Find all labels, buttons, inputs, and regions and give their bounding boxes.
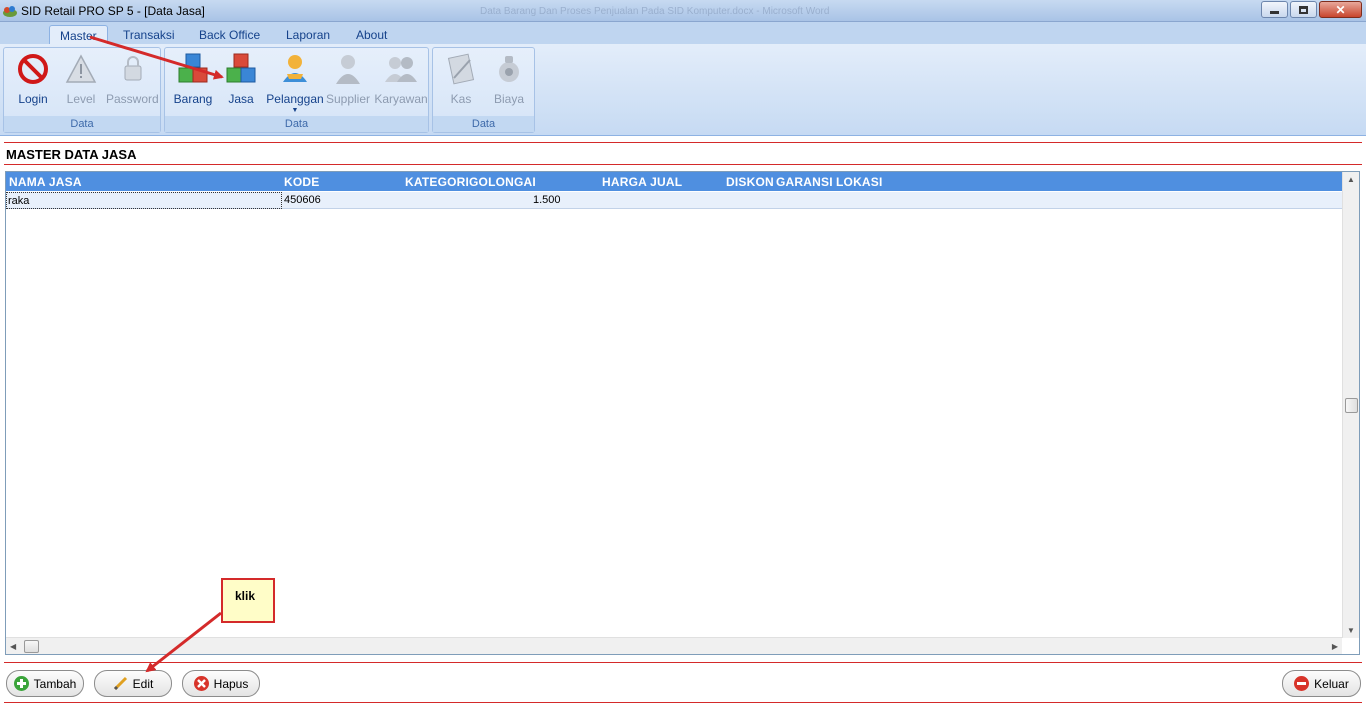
cubes-red-icon <box>224 52 258 86</box>
column-header-kategori[interactable]: KATEGORI <box>405 175 469 189</box>
data-grid[interactable]: NAMA JASA KODE KATEGORI GOLONGAI HARGA J… <box>5 171 1360 655</box>
ribbon-tab-bar: Master Transaksi Back Office Laporan Abo… <box>0 22 1366 44</box>
title-bar: SID Retail PRO SP 5 - [Data Jasa] Data B… <box>0 0 1366 22</box>
group-label: Data <box>433 116 534 132</box>
password-button[interactable]: Password <box>106 52 159 106</box>
horizontal-scrollbar[interactable]: ◀ ▶ <box>6 637 1342 654</box>
scroll-left-icon[interactable]: ◀ <box>10 642 16 651</box>
supplier-button[interactable]: Supplier <box>322 52 374 106</box>
vertical-scroll-thumb[interactable] <box>1345 398 1358 413</box>
keluar-button[interactable]: Keluar <box>1282 670 1361 697</box>
tambah-label: Tambah <box>33 676 77 691</box>
level-label: Level <box>66 92 96 106</box>
tambah-button[interactable]: Tambah <box>6 670 84 697</box>
minimize-button[interactable] <box>1261 1 1288 18</box>
warning-icon <box>64 52 98 86</box>
ribbon-group-data-2: Barang Jasa Pelanggan ▼ Supplier Karyawa… <box>164 47 429 133</box>
kas-button[interactable]: Kas <box>435 52 487 106</box>
add-icon <box>13 676 29 691</box>
barang-label: Barang <box>173 92 213 106</box>
lock-icon <box>115 52 149 86</box>
jasa-label: Jasa <box>228 92 254 106</box>
kas-label: Kas <box>450 92 472 106</box>
tab-back-office[interactable]: Back Office <box>189 25 270 44</box>
karyawan-button[interactable]: Karyawan <box>373 52 429 106</box>
edit-button[interactable]: Edit <box>94 670 172 697</box>
grid-header: NAMA JASA KODE KATEGORI GOLONGAI HARGA J… <box>6 172 1342 191</box>
vertical-scrollbar[interactable]: ▲ ▼ <box>1342 172 1359 638</box>
cell-kode[interactable]: 450606 <box>284 194 321 206</box>
app-icon <box>3 6 17 17</box>
karyawan-label: Karyawan <box>374 92 428 106</box>
chevron-down-icon: ▼ <box>291 107 299 114</box>
close-icon: ✕ <box>1335 2 1346 17</box>
minimize-icon <box>1270 11 1279 14</box>
group-label: Data <box>4 116 160 132</box>
pencil-icon <box>113 676 128 691</box>
hapus-button[interactable]: Hapus <box>182 670 260 697</box>
divider <box>4 702 1362 703</box>
supplier-icon <box>331 52 365 86</box>
scroll-down-icon[interactable]: ▼ <box>1347 626 1355 635</box>
divider <box>4 142 1362 143</box>
cell-harga-jual[interactable]: 1.500 <box>533 194 561 206</box>
cubes-icon <box>176 52 210 86</box>
page-title: MASTER DATA JASA <box>6 147 137 162</box>
ribbon: Login Level Password Data Barang Jasa Pe… <box>0 44 1366 136</box>
column-header-harga-jual[interactable]: HARGA JUAL <box>602 175 682 189</box>
tab-laporan[interactable]: Laporan <box>276 25 340 44</box>
tab-master[interactable]: Master <box>49 25 108 44</box>
scroll-up-icon[interactable]: ▲ <box>1347 175 1355 184</box>
group-label: Data <box>165 116 428 132</box>
tab-transaksi[interactable]: Transaksi <box>113 25 185 44</box>
column-header-golongai[interactable]: GOLONGAI <box>469 175 536 189</box>
pelanggan-button[interactable]: Pelanggan ▼ <box>265 52 325 114</box>
pelanggan-label: Pelanggan <box>266 92 324 106</box>
cell-nama-jasa[interactable]: raka <box>6 192 282 209</box>
ribbon-group-data-1: Login Level Password Data <box>3 47 161 133</box>
column-header-kode[interactable]: KODE <box>284 175 319 189</box>
window-title: SID Retail PRO SP 5 - [Data Jasa] <box>21 4 205 18</box>
login-button[interactable]: Login <box>7 52 59 106</box>
annotation-callout: klik <box>221 578 275 623</box>
password-label: Password <box>106 92 159 106</box>
barang-button[interactable]: Barang <box>167 52 219 106</box>
column-header-diskon[interactable]: DISKON <box>726 175 774 189</box>
level-button[interactable]: Level <box>55 52 107 106</box>
restore-button[interactable] <box>1290 1 1317 18</box>
employees-icon <box>384 52 418 86</box>
biaya-label: Biaya <box>493 92 525 106</box>
money-bag-icon <box>492 52 526 86</box>
column-header-garansi[interactable]: GARANSI <box>776 175 833 189</box>
divider <box>4 662 1362 663</box>
tab-about[interactable]: About <box>346 25 397 44</box>
hapus-label: Hapus <box>213 676 249 691</box>
jasa-button[interactable]: Jasa <box>215 52 267 106</box>
close-window-button[interactable]: ✕ <box>1319 1 1362 18</box>
login-label: Login <box>18 92 48 106</box>
biaya-button[interactable]: Biaya <box>483 52 535 106</box>
supplier-label: Supplier <box>325 92 371 106</box>
exit-icon <box>1294 676 1310 691</box>
no-entry-icon <box>16 52 50 86</box>
scroll-right-icon[interactable]: ▶ <box>1332 642 1338 651</box>
background-window-text: Data Barang Dan Proses Penjualan Pada SI… <box>480 6 830 17</box>
cash-book-icon <box>444 52 478 86</box>
column-header-lokasi[interactable]: LOKASI <box>836 175 883 189</box>
table-row[interactable]: raka 450606 1.500 <box>6 192 1342 209</box>
customer-icon <box>278 52 312 86</box>
column-header-nama-jasa[interactable]: NAMA JASA <box>9 175 82 189</box>
horizontal-scroll-thumb[interactable] <box>24 640 39 653</box>
edit-label: Edit <box>132 676 154 691</box>
restore-icon <box>1299 5 1308 14</box>
delete-icon <box>193 676 209 691</box>
keluar-label: Keluar <box>1314 676 1349 691</box>
ribbon-group-data-3: Kas Biaya Data <box>432 47 535 133</box>
divider <box>4 164 1362 165</box>
